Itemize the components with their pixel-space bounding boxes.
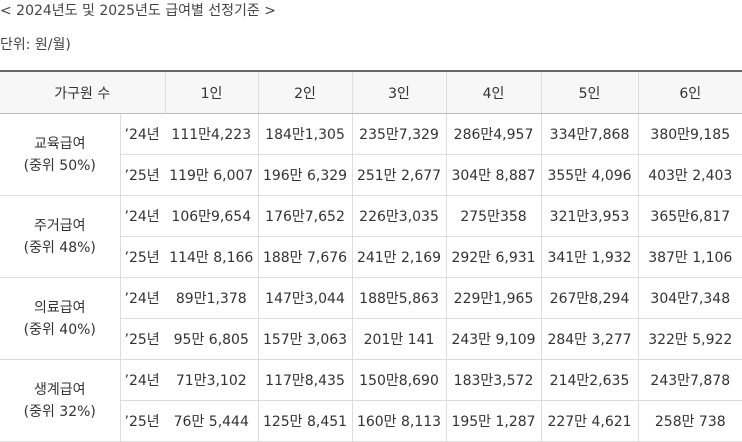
category-median: (중위 48%) bbox=[23, 239, 96, 256]
value-cell: 243만7,878 bbox=[637, 359, 742, 401]
value-cell: 188만5,863 bbox=[351, 277, 447, 319]
value-cell: 304만7,348 bbox=[637, 277, 742, 319]
category-name: 교육급여 bbox=[33, 135, 86, 152]
year-cell: ’24년 bbox=[119, 195, 166, 237]
year-cell: ’25년 bbox=[119, 400, 166, 442]
value-cell: 258만 738 bbox=[637, 400, 742, 442]
value-cell: 229만1,965 bbox=[445, 277, 542, 319]
value-cell: 334만7,868 bbox=[540, 113, 639, 155]
header-size-3: 3인 bbox=[351, 70, 447, 114]
value-cell: 196만 6,329 bbox=[257, 154, 353, 196]
value-cell: 125만 8,451 bbox=[257, 400, 353, 442]
category-median: (중위 32%) bbox=[23, 403, 96, 420]
page-title: < 2024년도 및 2025년도 급여별 선정기준 > bbox=[0, 3, 276, 19]
header-size-4: 4인 bbox=[445, 70, 542, 114]
value-cell: 106만9,654 bbox=[165, 195, 259, 237]
value-cell: 403만 2,403 bbox=[637, 154, 742, 196]
table-row: 주거급여 (중위 48%) ’24년 106만9,654 176만7,652 2… bbox=[0, 195, 742, 278]
table-row: 생계급여 (중위 32%) ’24년 71만3,102 117만8,435 15… bbox=[0, 359, 742, 442]
value-cell: 243만 9,109 bbox=[445, 318, 542, 360]
value-cell: 147만3,044 bbox=[257, 277, 353, 319]
header-size-6: 6인 bbox=[637, 70, 742, 114]
value-cell: 365만6,817 bbox=[637, 195, 742, 237]
year-cell: ’25년 bbox=[119, 236, 166, 278]
category-cell: 주거급여 (중위 48%) bbox=[0, 195, 120, 278]
value-cell: 267만8,294 bbox=[540, 277, 639, 319]
year-cell: ’25년 bbox=[119, 154, 166, 196]
category-median: (중위 50%) bbox=[23, 157, 96, 174]
value-cell: 284만 3,277 bbox=[540, 318, 639, 360]
value-cell: 76만 5,444 bbox=[165, 400, 259, 442]
value-cell: 111만4,223 bbox=[165, 113, 259, 155]
value-cell: 119만 6,007 bbox=[165, 154, 259, 196]
value-cell: 380만9,185 bbox=[637, 113, 742, 155]
value-cell: 341만 1,932 bbox=[540, 236, 639, 278]
category-name: 주거급여 bbox=[33, 217, 86, 234]
category-cell: 의료급여 (중위 40%) bbox=[0, 277, 120, 360]
value-cell: 322만 5,922 bbox=[637, 318, 742, 360]
value-cell: 227만 4,621 bbox=[540, 400, 639, 442]
category-cell: 교육급여 (중위 50%) bbox=[0, 113, 120, 196]
table-row: 교육급여 (중위 50%) ’24년 111만4,223 184만1,305 2… bbox=[0, 113, 742, 196]
category-cell: 생계급여 (중위 32%) bbox=[0, 359, 120, 442]
header-size-5: 5인 bbox=[540, 70, 639, 114]
category-name: 생계급여 bbox=[33, 381, 86, 398]
value-cell: 71만3,102 bbox=[165, 359, 259, 401]
value-cell: 321만3,953 bbox=[540, 195, 639, 237]
table-row: 의료급여 (중위 40%) ’24년 89만1,378 147만3,044 18… bbox=[0, 277, 742, 360]
value-cell: 89만1,378 bbox=[165, 277, 259, 319]
value-cell: 176만7,652 bbox=[257, 195, 353, 237]
value-cell: 201만 141 bbox=[351, 318, 447, 360]
header-household-size: 가구원 수 bbox=[0, 70, 166, 114]
value-cell: 286만4,957 bbox=[445, 113, 542, 155]
year-cell: ’24년 bbox=[119, 277, 166, 319]
value-cell: 214만2,635 bbox=[540, 359, 639, 401]
value-cell: 355만 4,096 bbox=[540, 154, 639, 196]
value-cell: 387만 1,106 bbox=[637, 236, 742, 278]
year-cell: ’25년 bbox=[119, 318, 166, 360]
table-header-row: 가구원 수 1인 2인 3인 4인 5인 6인 bbox=[0, 70, 742, 114]
value-cell: 160만 8,113 bbox=[351, 400, 447, 442]
value-cell: 275만358 bbox=[445, 195, 542, 237]
year-cell: ’24년 bbox=[119, 359, 166, 401]
value-cell: 117만8,435 bbox=[257, 359, 353, 401]
year-cell: ’24년 bbox=[119, 113, 166, 155]
header-size-2: 2인 bbox=[257, 70, 353, 114]
value-cell: 157만 3,063 bbox=[257, 318, 353, 360]
value-cell: 195만 1,287 bbox=[445, 400, 542, 442]
value-cell: 95만 6,805 bbox=[165, 318, 259, 360]
category-name: 의료급여 bbox=[33, 299, 86, 316]
unit-label: 단위: 원/월) bbox=[0, 37, 71, 53]
value-cell: 251만 2,677 bbox=[351, 154, 447, 196]
header-size-1: 1인 bbox=[164, 70, 259, 114]
value-cell: 241만 2,169 bbox=[351, 236, 447, 278]
category-median: (중위 40%) bbox=[23, 321, 96, 338]
benefit-criteria-table: 가구원 수 1인 2인 3인 4인 5인 6인 교육급여 (중위 50%) ’2… bbox=[0, 70, 742, 442]
value-cell: 235만7,329 bbox=[351, 113, 447, 155]
value-cell: 292만 6,931 bbox=[445, 236, 542, 278]
value-cell: 183만3,572 bbox=[445, 359, 542, 401]
value-cell: 188만 7,676 bbox=[257, 236, 353, 278]
value-cell: 150만8,690 bbox=[351, 359, 447, 401]
value-cell: 184만1,305 bbox=[257, 113, 353, 155]
value-cell: 226만3,035 bbox=[351, 195, 447, 237]
value-cell: 114만 8,166 bbox=[165, 236, 259, 278]
value-cell: 304만 8,887 bbox=[445, 154, 542, 196]
